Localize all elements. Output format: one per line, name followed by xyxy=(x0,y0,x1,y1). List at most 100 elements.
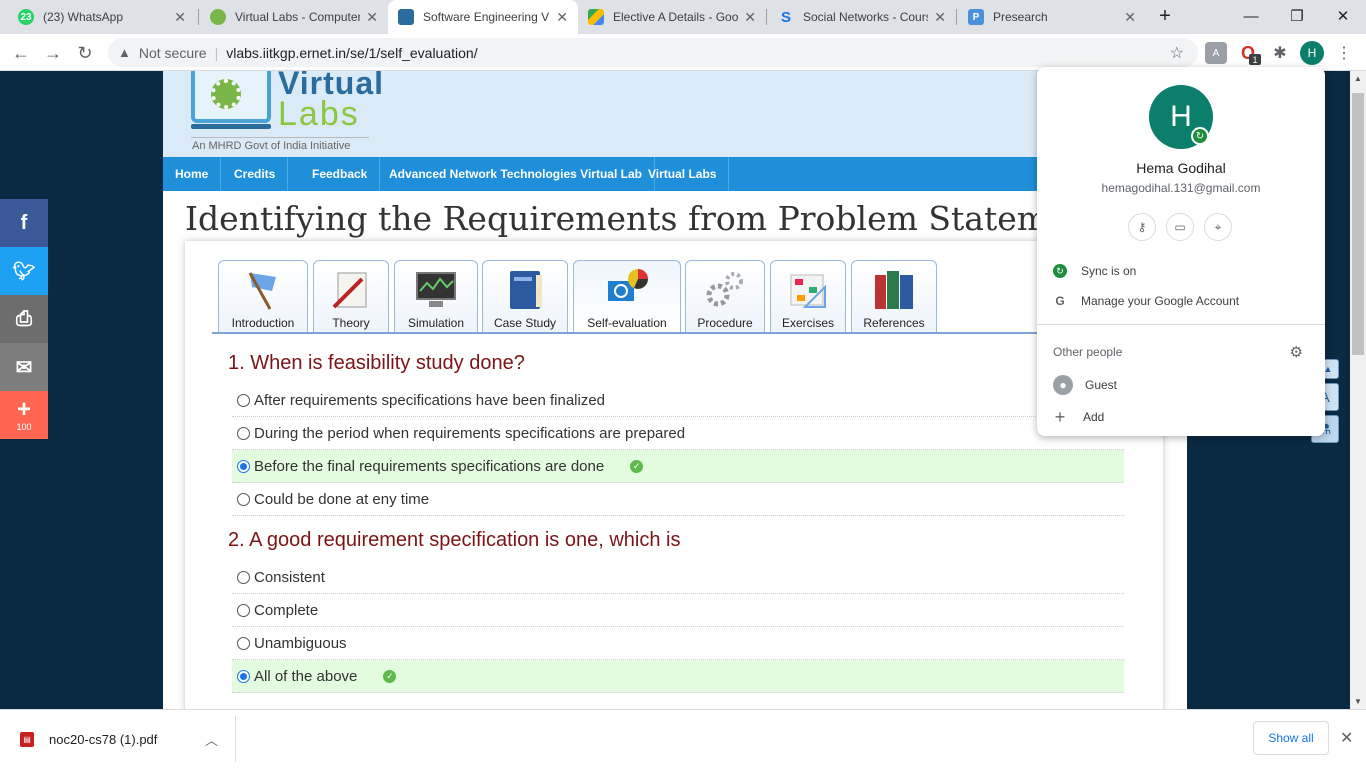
radio-button[interactable] xyxy=(237,636,250,650)
tab-software-engineering[interactable]: Software Engineering V ✕ xyxy=(388,0,578,34)
tab-references[interactable]: References xyxy=(851,260,937,332)
nav-credits[interactable]: Credits xyxy=(222,157,289,191)
close-download-bar-icon[interactable]: ✕ xyxy=(1340,728,1353,748)
tab-label: Procedure xyxy=(697,316,753,330)
guest-profile-item[interactable]: ● Guest xyxy=(1053,370,1117,400)
add-profile-item[interactable]: + Add xyxy=(1053,402,1105,432)
print-button[interactable]: ⎙ xyxy=(0,295,48,343)
tab-exercises[interactable]: Exercises xyxy=(770,260,846,332)
logo-labs-text[interactable]: Labs xyxy=(278,95,360,134)
option-label: Before the final requirements specificat… xyxy=(254,457,605,475)
download-file-name[interactable]: noc20-cs78 (1).pdf xyxy=(49,732,157,747)
address-separator: | xyxy=(214,44,219,61)
radio-button[interactable] xyxy=(237,603,250,617)
profile-email: hemagodihal.131@gmail.com xyxy=(1101,181,1261,195)
facebook-share-button[interactable]: f xyxy=(0,199,48,247)
question-2-option-1[interactable]: Consistent xyxy=(232,561,1124,594)
tab-strip: 23 (23) WhatsApp ✕ Virtual Labs - Comput… xyxy=(0,0,1366,34)
profile-name: Hema Godihal xyxy=(1136,160,1226,176)
forward-button[interactable]: → xyxy=(40,40,66,66)
profile-avatar-button[interactable]: H xyxy=(1300,41,1324,65)
tab-title: Social Networks - Cours xyxy=(803,10,929,24)
passwords-key-icon[interactable]: ⚷ xyxy=(1128,213,1156,241)
nav-advanced-network[interactable]: Advanced Network Technologies Virtual La… xyxy=(377,157,655,191)
radio-button[interactable] xyxy=(237,426,250,440)
scroll-up-icon[interactable]: ▲ xyxy=(1354,74,1362,83)
close-tab-icon[interactable]: ✕ xyxy=(556,9,568,26)
payment-card-icon[interactable]: ▭ xyxy=(1166,213,1194,241)
tab-self-evaluation[interactable]: Self-evaluation xyxy=(573,260,681,332)
addresses-location-icon[interactable]: ⌖ xyxy=(1204,213,1232,241)
radio-button[interactable] xyxy=(237,393,250,407)
site-header: Virtual Labs An MHRD Govt of India Initi… xyxy=(163,71,1187,157)
scroll-down-icon[interactable]: ▼ xyxy=(1354,697,1362,706)
coursera-favicon-icon: S xyxy=(780,8,791,26)
twitter-icon: 🐦︎ xyxy=(12,260,36,281)
tab-procedure[interactable]: Procedure xyxy=(685,260,765,332)
tab-social-networks[interactable]: S Social Networks - Cours ✕ xyxy=(768,0,956,34)
bookmark-star-icon[interactable]: ☆ xyxy=(1170,43,1184,63)
tab-simulation[interactable]: Simulation xyxy=(394,260,478,332)
address-bar[interactable]: ▲ Not secure | vlabs.iitkgp.ernet.in/se/… xyxy=(108,38,1198,67)
tab-whatsapp[interactable]: 23 (23) WhatsApp ✕ xyxy=(8,0,196,34)
question-2-option-2[interactable]: Complete xyxy=(232,594,1124,627)
nav-feedback[interactable]: Feedback xyxy=(300,157,381,191)
nav-virtual-labs[interactable]: Virtual Labs xyxy=(636,157,730,191)
browser-menu-icon[interactable]: ⋮ xyxy=(1334,40,1354,66)
tab-elective-a[interactable]: Elective A Details - Goo ✕ xyxy=(578,0,766,34)
extensions-puzzle-icon[interactable]: ✱ xyxy=(1269,42,1291,64)
url-text[interactable]: vlabs.iitkgp.ernet.in/se/1/self_evaluati… xyxy=(226,45,477,61)
page-title: Identifying the Requirements from Proble… xyxy=(185,199,1120,238)
sync-status-item[interactable]: ↻ Sync is on xyxy=(1053,256,1136,286)
question-1-option-4[interactable]: Could be done at eny time xyxy=(232,483,1124,516)
close-tab-icon[interactable]: ✕ xyxy=(174,9,186,26)
radio-button[interactable] xyxy=(237,492,250,506)
reload-button[interactable]: ↻ xyxy=(72,40,98,66)
gear-icon[interactable]: ⚙ xyxy=(1290,343,1303,361)
close-tab-icon[interactable]: ✕ xyxy=(1124,9,1136,26)
more-share-button[interactable]: + 100 xyxy=(0,391,48,439)
add-plus-icon: + xyxy=(1054,406,1066,427)
tab-case-study[interactable]: Case Study xyxy=(482,260,568,332)
new-tab-button[interactable]: + xyxy=(1142,0,1188,32)
show-all-button[interactable]: Show all xyxy=(1253,721,1329,755)
question-2-text: 2. A good requirement specification is o… xyxy=(228,529,681,551)
minimize-button[interactable]: — xyxy=(1228,0,1274,32)
close-window-button[interactable]: ✕ xyxy=(1320,0,1366,32)
question-1-option-1[interactable]: After requirements specifications have b… xyxy=(232,384,1124,417)
facebook-icon: f xyxy=(20,211,28,234)
tab-virtual-labs[interactable]: Virtual Labs - Computer ✕ xyxy=(200,0,388,34)
radio-button[interactable] xyxy=(237,570,250,584)
share-plus-icon: + xyxy=(16,395,31,423)
close-tab-icon[interactable]: ✕ xyxy=(366,9,378,26)
question-2-option-3[interactable]: Unambiguous xyxy=(232,627,1124,660)
tab-theory[interactable]: Theory xyxy=(313,260,389,332)
close-tab-icon[interactable]: ✕ xyxy=(744,9,756,26)
security-label[interactable]: Not secure xyxy=(139,45,207,61)
restore-button[interactable]: ❐ xyxy=(1274,0,1320,32)
tab-introduction[interactable]: Introduction xyxy=(218,260,308,332)
tab-presearch[interactable]: P Presearch ✕ xyxy=(958,0,1146,34)
sync-icon: ↻ xyxy=(1053,264,1067,278)
radio-button-selected[interactable] xyxy=(237,669,250,683)
correct-check-icon: ✓ xyxy=(630,459,644,473)
chevron-up-icon[interactable]: ︿ xyxy=(205,730,218,749)
sync-badge-icon: ↻ xyxy=(1191,127,1209,145)
download-bar: ▤ noc20-cs78 (1).pdf ︿ Show all ✕ xyxy=(0,709,1366,768)
twitter-share-button[interactable]: 🐦︎ xyxy=(0,247,48,295)
radio-button-selected[interactable] xyxy=(237,459,250,473)
nav-home[interactable]: Home xyxy=(163,157,222,191)
question-1-option-3[interactable]: Before the final requirements specificat… xyxy=(232,450,1124,483)
manage-account-item[interactable]: G Manage your Google Account xyxy=(1053,286,1239,316)
close-tab-icon[interactable]: ✕ xyxy=(934,9,946,26)
pdf-extension-icon[interactable]: A xyxy=(1205,42,1227,64)
page-scrollbar[interactable]: ▲ ▼ xyxy=(1350,71,1366,709)
profile-menu: H ↻ Hema Godihal hemagodihal.131@gmail.c… xyxy=(1037,67,1325,436)
question-1-option-2[interactable]: During the period when requirements spec… xyxy=(232,417,1124,450)
email-share-button[interactable]: ✉ xyxy=(0,343,48,391)
scrollbar-thumb[interactable] xyxy=(1352,93,1364,355)
email-icon: ✉ xyxy=(15,356,33,379)
warning-icon[interactable]: ▲ xyxy=(118,45,131,60)
question-2-option-4[interactable]: All of the above ✓ xyxy=(232,660,1124,693)
back-button[interactable]: ← xyxy=(8,40,34,66)
